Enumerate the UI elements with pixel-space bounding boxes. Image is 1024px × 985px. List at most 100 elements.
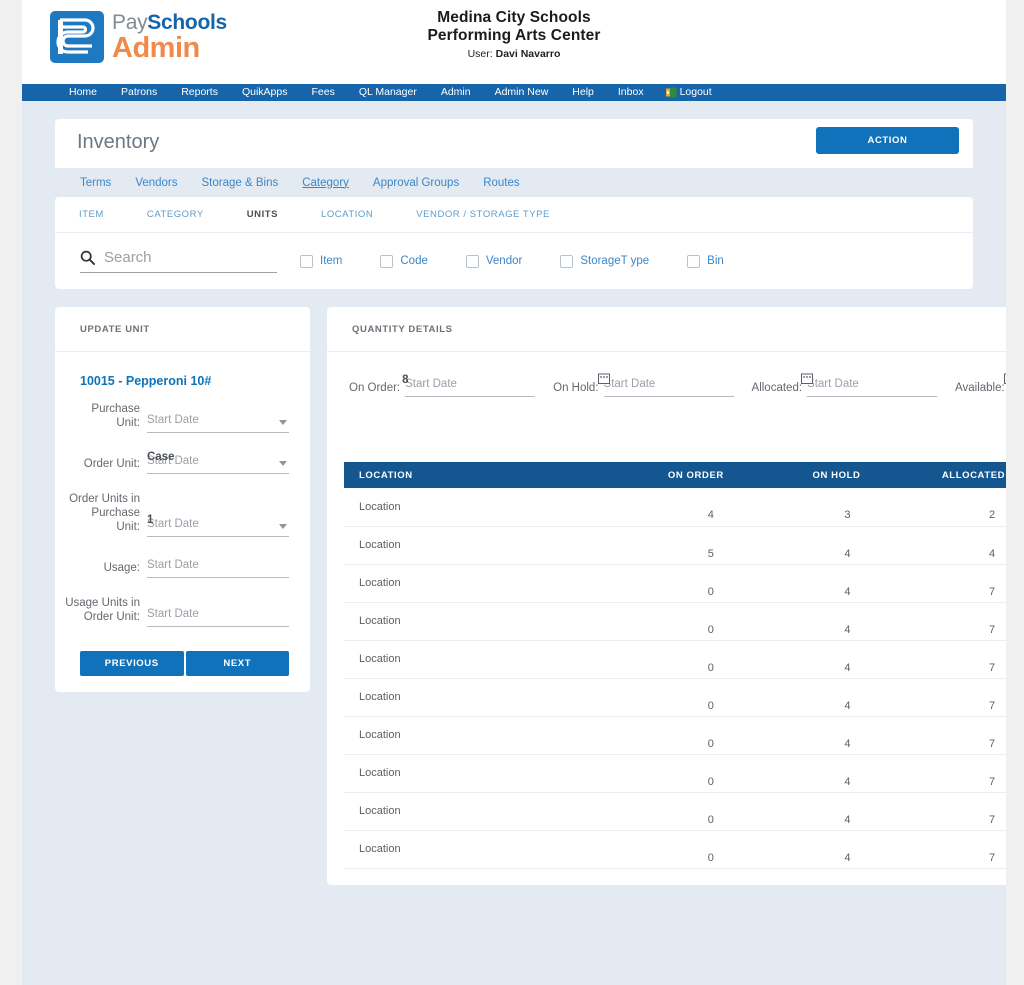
table-row[interactable]: Location04724 — [344, 640, 1006, 679]
filter-code[interactable]: Code — [380, 254, 428, 268]
field-on-order-control[interactable]: Start Date 8 — [402, 374, 536, 397]
col-allocated[interactable]: ALLOCATED — [882, 462, 1006, 488]
selected-item-title: 10015 - Pepperoni 10# — [80, 374, 212, 388]
table-row[interactable]: Location04724 — [344, 792, 1006, 831]
checkbox-code[interactable] — [380, 254, 394, 268]
tab-units[interactable]: UNITS — [247, 209, 300, 220]
filter-code-label: Code — [400, 255, 428, 267]
action-button[interactable]: ACTION — [816, 127, 959, 154]
table-row[interactable]: Location04724 — [344, 830, 1006, 869]
field-allocated: Allocated: Start Date 0 — [752, 373, 938, 397]
table-row[interactable]: Location04724 — [344, 754, 1006, 793]
filter-vendor[interactable]: Vendor — [465, 254, 523, 268]
subnav-item-routes[interactable]: Routes — [471, 177, 531, 189]
checkbox-item[interactable] — [300, 254, 313, 268]
nav-item-admin[interactable]: Admin — [429, 84, 483, 101]
next-button[interactable]: NEXT — [185, 651, 289, 676]
subnav-item-approval-groups[interactable]: Approval Groups — [361, 177, 471, 189]
filter-item[interactable]: Item — [300, 254, 343, 268]
tab-category[interactable]: CATEGORY — [147, 209, 226, 220]
table-row[interactable]: Location04724 — [344, 678, 1006, 717]
table-row[interactable]: Location5445 — [344, 526, 1006, 565]
subnav-item-storage-bins[interactable]: Storage & Bins — [190, 177, 291, 189]
col-on-hold[interactable]: ON HOLD — [745, 462, 883, 488]
location-table-head: LOCATION ON ORDER ON HOLD ALLOCATED AVAI… — [344, 462, 1006, 488]
field-usage-units-in-order-unit-label: Usage Units in Order Unit: — [65, 597, 140, 623]
nav-item-quikapps[interactable]: QuikApps — [230, 84, 300, 101]
col-on-order[interactable]: ON ORDER — [593, 462, 746, 488]
subnav-item-vendors[interactable]: Vendors — [123, 177, 189, 189]
nav-item-inbox[interactable]: Inbox — [606, 84, 656, 101]
subnav-item-category[interactable]: Category — [290, 177, 361, 189]
field-on-order: On Order: Start Date 8 — [349, 374, 536, 397]
search-input[interactable] — [104, 249, 277, 266]
filter-bin[interactable]: Bin — [687, 254, 724, 268]
field-order-units-in-purchase-unit-value: 1 — [147, 514, 154, 526]
tab-location[interactable]: LOCATION — [321, 209, 395, 220]
logout-door-icon — [665, 87, 677, 98]
chevron-down-icon[interactable] — [279, 524, 287, 529]
nav-item-admin-new[interactable]: Admin New — [483, 84, 561, 101]
tab-item[interactable]: ITEM — [79, 209, 126, 220]
cell-allocated: 7 — [882, 830, 1006, 869]
nav-item-reports[interactable]: Reports — [169, 84, 230, 101]
nav-item-ql-manager[interactable]: QL Manager — [347, 84, 429, 101]
checkbox-storage-type[interactable] — [560, 254, 574, 268]
cell-allocated: 7 — [882, 678, 1006, 717]
field-usage-units-in-order-unit-control[interactable]: Start Date — [147, 604, 289, 627]
content-columns: UPDATE UNIT 10015 - Pepperoni 10# Purcha… — [55, 307, 1006, 885]
table-row[interactable]: Location43217 — [344, 488, 1006, 527]
checkbox-vendor[interactable] — [465, 254, 479, 268]
school-info: Medina City Schools Performing Arts Cent… — [22, 9, 1006, 60]
field-order-units-in-purchase-unit-placeholder: Start Date — [147, 518, 199, 530]
nav-item-logout[interactable]: Logout — [656, 84, 724, 101]
previous-button[interactable]: PREVIOUS — [80, 651, 184, 676]
nav-item-home[interactable]: Home — [49, 84, 109, 101]
field-order-unit-control[interactable]: Start Date Case — [147, 451, 289, 474]
update-unit-panel: UPDATE UNIT 10015 - Pepperoni 10# Purcha… — [55, 307, 310, 692]
checkbox-bin[interactable] — [687, 254, 701, 268]
table-row[interactable]: Location04724 — [344, 564, 1006, 603]
current-user: User: Davi Navarro — [22, 48, 1006, 60]
col-location[interactable]: LOCATION — [344, 462, 594, 488]
cell-on-hold: 4 — [745, 678, 883, 717]
search-icon — [80, 250, 95, 265]
main-navbar: Home Patrons Reports QuikApps Fees QL Ma… — [22, 84, 1006, 101]
broken-image-icon — [801, 373, 814, 384]
user-name: Davi Navarro — [495, 48, 561, 60]
field-usage-control[interactable]: Start Date — [147, 555, 289, 578]
filter-item-label: Item — [320, 255, 343, 267]
nav-item-patrons[interactable]: Patrons — [109, 84, 169, 101]
cell-on-hold: 4 — [745, 602, 883, 641]
tab-vendor-storage-type[interactable]: VENDOR / STORAGE TYPE — [416, 209, 572, 220]
table-row[interactable]: Location04724 — [344, 716, 1006, 755]
field-purchase-unit-placeholder: Start Date — [147, 414, 199, 426]
field-allocated-control[interactable]: Start Date 0 — [801, 373, 938, 397]
field-purchase-unit-control[interactable]: Start Date — [147, 410, 289, 433]
cell-allocated: 4 — [882, 526, 1006, 565]
subnav-item-terms[interactable]: Terms — [80, 177, 123, 189]
nav-item-help[interactable]: Help — [560, 84, 606, 101]
field-order-unit: Order Unit: Start Date Case — [65, 451, 289, 474]
cell-location: Location — [344, 830, 594, 869]
field-usage: Usage: Start Date — [65, 555, 289, 578]
filter-vendor-label: Vendor — [485, 255, 523, 267]
field-order-units-in-purchase-unit-control[interactable]: Start Date 1 — [147, 514, 289, 537]
pager-buttons: PREVIOUS NEXT — [80, 651, 289, 676]
field-on-hold-control[interactable]: Start Date 0 — [597, 373, 734, 397]
update-unit-form: Purchase Unit: Start Date Order Unit: St… — [55, 388, 310, 627]
filter-storage-type[interactable]: StorageT ype — [560, 254, 649, 268]
cell-on-hold: 3 — [745, 488, 883, 527]
chevron-down-icon[interactable] — [279, 420, 287, 425]
search-filters: Item Code Vendor StorageT ype Bin — [300, 254, 762, 268]
table-row[interactable]: Location04724 — [344, 602, 1006, 641]
cell-allocated: 7 — [882, 640, 1006, 679]
cell-on-order: 0 — [593, 754, 746, 793]
nav-item-fees[interactable]: Fees — [300, 84, 347, 101]
cell-on-hold: 4 — [745, 564, 883, 603]
secondary-nav: Terms Vendors Storage & Bins Category Ap… — [55, 168, 973, 197]
search-field[interactable] — [80, 249, 277, 273]
cell-on-hold: 4 — [745, 526, 883, 565]
filter-bin-label: Bin — [707, 255, 724, 267]
chevron-down-icon[interactable] — [279, 461, 287, 466]
